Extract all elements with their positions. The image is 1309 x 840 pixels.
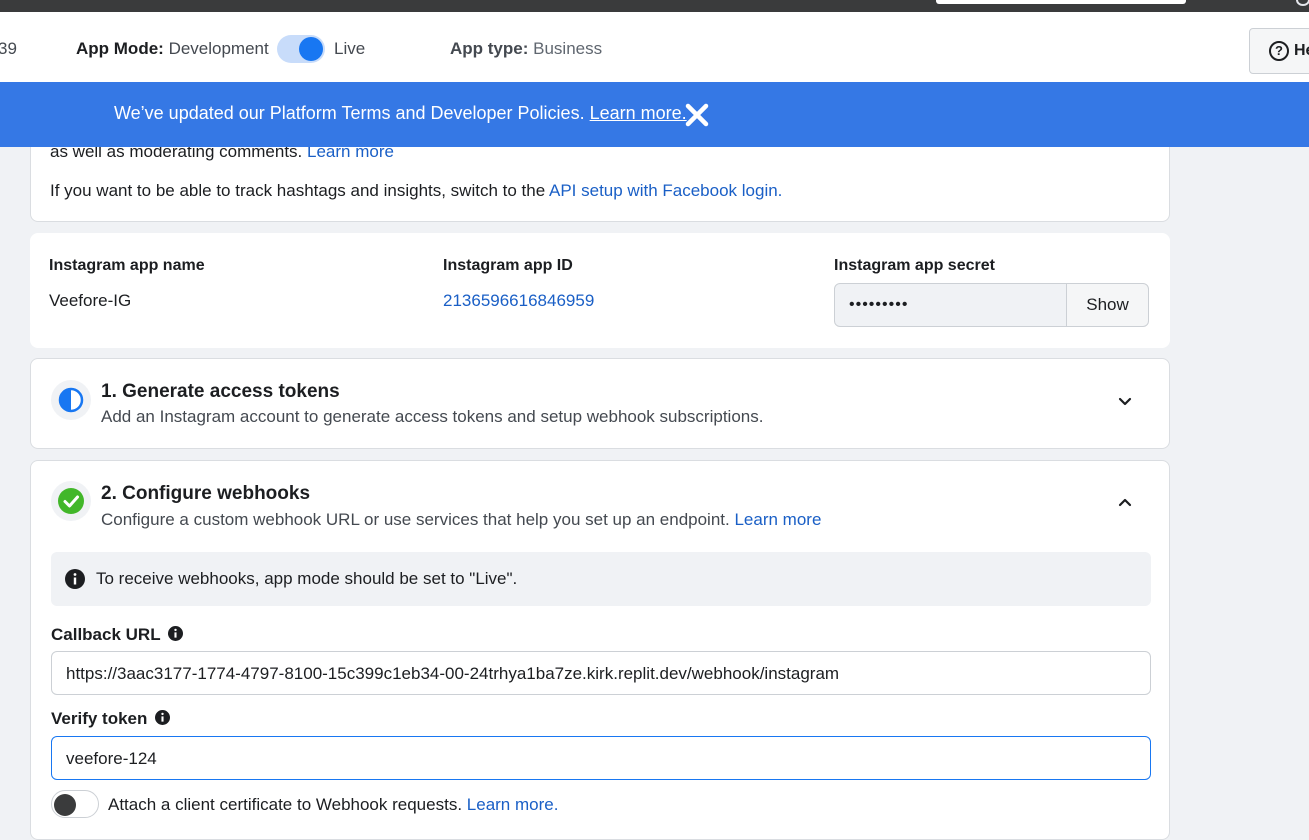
live-mode-notice-text: To receive webhooks, app mode should be …: [96, 569, 518, 588]
help-label: He: [1294, 42, 1309, 59]
app-name-label: Instagram app name: [49, 257, 205, 274]
app-type-label: App type:: [450, 39, 529, 58]
chevron-up-icon[interactable]: [1115, 493, 1135, 513]
policy-banner: We’ve updated our Platform Terms and Dev…: [0, 82, 1309, 147]
intro-line-2: If you want to be able to track hashtags…: [50, 181, 782, 201]
toggle-knob: [299, 37, 323, 61]
app-name-value: Veefore-IG: [49, 291, 132, 310]
app-secret-label: Instagram app secret: [834, 257, 995, 274]
banner-learn-more-link[interactable]: Learn more.: [590, 103, 687, 123]
verify-token-label-text: Verify token: [51, 709, 148, 728]
callback-url-input[interactable]: https://3aac3177-1774-4797-8100-15c399c1…: [51, 651, 1151, 695]
app-id-fragment: 39: [0, 39, 17, 58]
certificate-learn-more-link[interactable]: Learn more.: [467, 795, 559, 814]
app-type: App type: Business: [450, 39, 602, 59]
app-secret-field[interactable]: •••••••••: [834, 283, 1067, 327]
account-icon[interactable]: [1296, 0, 1309, 6]
app-header: 39 App Mode: Development Live App type: …: [0, 12, 1309, 82]
intro-line-2-text: If you want to be able to track hashtags…: [50, 181, 546, 200]
close-icon[interactable]: [683, 101, 711, 129]
banner-message: We’ve updated our Platform Terms and Dev…: [114, 103, 687, 124]
search-input[interactable]: [936, 0, 1186, 4]
step-1-title: 1. Generate access tokens: [101, 381, 340, 402]
app-id-value[interactable]: 2136596616846959: [443, 291, 594, 311]
app-mode-toggle[interactable]: [277, 35, 325, 63]
app-mode-value: Development: [168, 39, 269, 58]
toggle-knob: [54, 794, 76, 816]
client-certificate-label: Attach a client certificate to Webhook r…: [108, 795, 558, 815]
top-navigation-bar: [0, 0, 1309, 12]
api-setup-facebook-login-link[interactable]: API setup with Facebook login.: [549, 181, 782, 200]
app-details-card: Instagram app name Veefore-IG Instagram …: [30, 233, 1170, 348]
app-mode-label: App Mode:: [76, 39, 164, 58]
verify-token-label: Verify token: [51, 709, 171, 729]
callback-url-label-text: Callback URL: [51, 625, 161, 644]
progress-half-icon: [51, 380, 91, 420]
step-2-learn-more-link[interactable]: Learn more: [734, 510, 821, 529]
app-type-value: Business: [533, 39, 603, 58]
help-button[interactable]: ? He: [1249, 28, 1309, 74]
show-secret-button[interactable]: Show: [1066, 283, 1149, 327]
callback-url-label: Callback URL: [51, 625, 184, 645]
chevron-down-icon[interactable]: [1115, 391, 1135, 411]
step-generate-tokens-card[interactable]: 1. Generate access tokens Add an Instagr…: [30, 358, 1170, 449]
step-configure-webhooks-card: 2. Configure webhooks Configure a custom…: [30, 460, 1170, 840]
live-label: Live: [334, 39, 366, 58]
client-certificate-label-text: Attach a client certificate to Webhook r…: [108, 795, 463, 814]
help-icon: ?: [1269, 41, 1289, 61]
step-2-title: 2. Configure webhooks: [101, 483, 311, 504]
step-2-description: Configure a custom webhook URL or use se…: [101, 510, 821, 530]
app-id-label: Instagram app ID: [443, 257, 573, 274]
live-mode-notice: To receive webhooks, app mode should be …: [51, 552, 1151, 606]
app-mode: App Mode: Development: [76, 39, 269, 59]
info-icon: [65, 569, 85, 589]
info-icon[interactable]: [168, 626, 184, 641]
banner-text: We’ve updated our Platform Terms and Dev…: [114, 103, 585, 123]
checkmark-icon: [51, 481, 91, 521]
info-icon[interactable]: [155, 710, 171, 725]
verify-token-input[interactable]: veefore-124: [51, 736, 1151, 780]
step-1-description: Add an Instagram account to generate acc…: [101, 407, 764, 426]
step-2-description-text: Configure a custom webhook URL or use se…: [101, 510, 730, 529]
